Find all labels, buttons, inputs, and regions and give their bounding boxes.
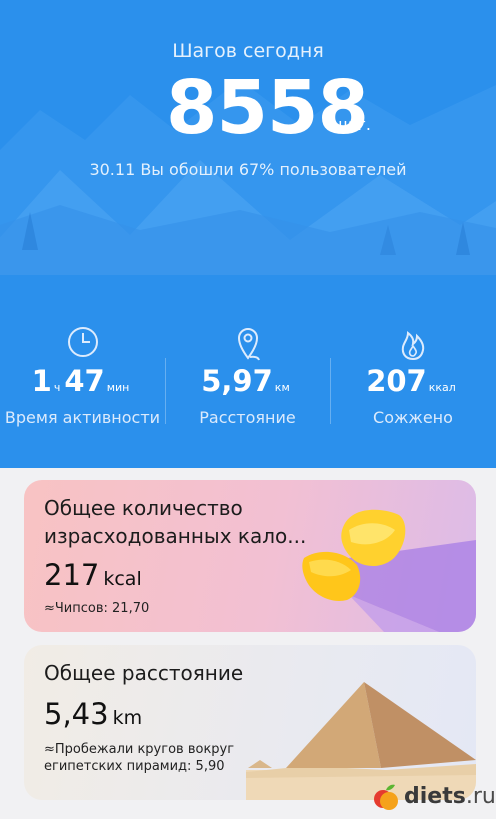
fruit-logo bbox=[374, 784, 398, 810]
activity-label: Время активности bbox=[4, 408, 161, 427]
activity-minutes-unit: мин bbox=[106, 381, 130, 394]
watermark-tld: .ru bbox=[465, 784, 496, 809]
card-distance-subtitle: ≈Пробежали кругов вокруг египетских пира… bbox=[44, 742, 235, 774]
map-pin-icon bbox=[237, 328, 260, 361]
diets-watermark: diets.ru bbox=[372, 780, 496, 816]
flame-icon bbox=[401, 331, 425, 361]
card-distance-number: 5,43 bbox=[44, 697, 109, 731]
clock-icon bbox=[67, 327, 98, 357]
activity-hours-unit: ч bbox=[53, 381, 61, 394]
calories-number: 207 bbox=[366, 364, 427, 398]
card-calories-unit: kcal bbox=[103, 568, 142, 590]
stat-activity-time[interactable]: 1 ч 47 мин Время активности bbox=[0, 322, 165, 432]
distance-value: 5,97 км bbox=[165, 364, 330, 398]
card-total-calories[interactable]: Общее количество израсходованных кало...… bbox=[24, 480, 476, 632]
watermark-text: diets.ru bbox=[404, 784, 496, 809]
stat-distance[interactable]: 5,97 км Расстояние bbox=[165, 322, 330, 432]
calories-value: 207 ккал bbox=[330, 364, 496, 398]
card-distance-unit: km bbox=[112, 707, 143, 729]
distance-label: Расстояние bbox=[199, 408, 296, 427]
activity-minutes: 47 bbox=[64, 364, 105, 398]
steps-comparison: 30.11 Вы обошли 67% пользователей bbox=[89, 160, 407, 179]
card-calories-title: Общее количество израсходованных кало... bbox=[44, 496, 307, 548]
stat-calories[interactable]: 207 ккал Сожжено bbox=[330, 322, 496, 432]
distance-number: 5,97 bbox=[201, 364, 273, 398]
card-calories-subtitle: ≈Чипсов: 21,70 bbox=[44, 601, 150, 616]
steps-value: 8558 bbox=[166, 65, 369, 151]
watermark-name: diets bbox=[404, 784, 466, 809]
activity-hours: 1 bbox=[31, 364, 52, 398]
activity-value: 1 ч 47 мин bbox=[0, 364, 165, 398]
steps-hero: Шагов сегодня 8558 шаг. 30.11 Вы обошли … bbox=[0, 0, 496, 468]
steps-unit: шаг. bbox=[333, 115, 371, 134]
card-distance-value: 5,43 km bbox=[44, 697, 142, 731]
steps-counter: 8558 шаг. bbox=[0, 68, 496, 148]
steps-title: Шагов сегодня bbox=[172, 40, 324, 62]
card-calories-number: 217 bbox=[44, 558, 100, 592]
card-distance-title: Общее расстояние bbox=[44, 661, 244, 685]
calories-label: Сожжено bbox=[373, 408, 453, 427]
calories-unit: ккал bbox=[428, 381, 456, 394]
card-total-distance[interactable]: Общее расстояние 5,43 km ≈Пробежали круго… bbox=[24, 645, 476, 800]
distance-unit: км bbox=[274, 381, 290, 394]
card-calories-value: 217 kcal bbox=[44, 558, 142, 592]
